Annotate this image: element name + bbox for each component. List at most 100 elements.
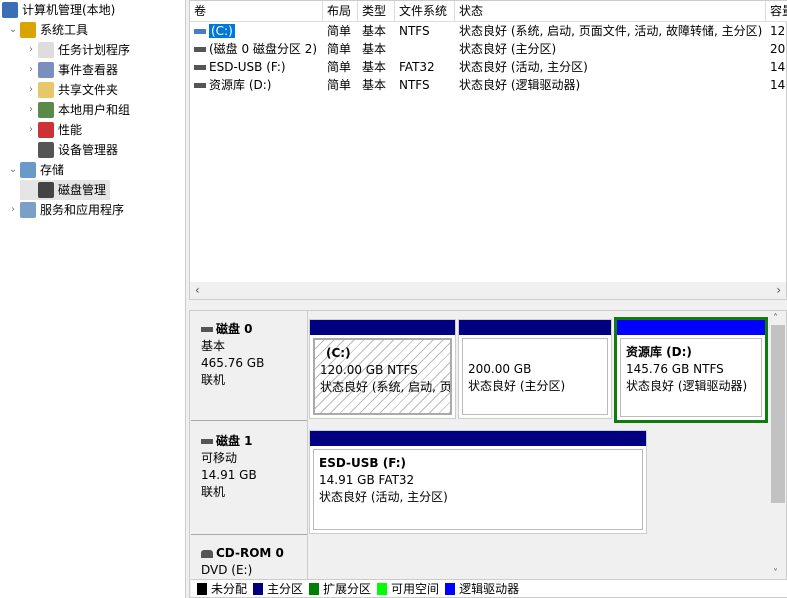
primary-partition-bar	[310, 320, 455, 335]
horizontal-scrollbar[interactable]: ‹ ›	[190, 282, 786, 299]
scrollbar-thumb[interactable]	[771, 325, 785, 503]
disk-0-label[interactable]: 磁盘 0 基本 465.76 GB 联机	[191, 313, 307, 421]
partition-c[interactable]: (C:) 120.00 GB NTFS 状态良好 (系统, 启动, 页面文件, …	[309, 319, 456, 419]
partition-d[interactable]: 资源库 (D:) 145.76 GB NTFS 状态良好 (逻辑驱动器)	[614, 317, 768, 423]
legend-swatch	[377, 582, 388, 595]
disk-size: 14.91 GB	[201, 468, 257, 482]
partition-name: 资源库 (D:)	[626, 345, 692, 359]
shared-folder-icon	[38, 82, 54, 98]
tree-item[interactable]: 设备管理器	[20, 140, 122, 160]
tree-item-label: 性能	[58, 123, 83, 137]
scroll-right-icon[interactable]: ›	[776, 283, 781, 297]
cell-status: 状态良好 (逻辑驱动器)	[459, 78, 581, 92]
cell-cap: 14	[770, 78, 786, 92]
tree-item[interactable]: › 事件查看器	[20, 60, 122, 80]
cell-vol: (磁盘 0 磁盘分区 2)	[190, 40, 323, 58]
scroll-left-icon[interactable]: ‹	[195, 283, 200, 297]
disk-1-label[interactable]: 磁盘 1 可移动 14.91 GB 联机	[191, 425, 307, 535]
disk-name: 磁盘 1	[216, 434, 253, 448]
disk-icon	[201, 439, 213, 444]
cell-vol: 资源库 (D:)	[190, 76, 323, 94]
legend: 未分配 主分区 扩展分区 可用空间 逻辑驱动器	[191, 579, 787, 597]
chevron-right-icon[interactable]: ›	[24, 80, 38, 100]
column-header-filesystem[interactable]: 文件系统	[395, 1, 455, 22]
chevron-right-icon[interactable]: ›	[24, 100, 38, 120]
chevron-down-icon[interactable]: ⌄	[6, 20, 20, 40]
services-icon	[20, 202, 36, 218]
chevron-right-icon[interactable]: ›	[24, 120, 38, 140]
legend-label: 主分区	[267, 582, 304, 596]
legend-item: 未分配	[197, 580, 247, 597]
tree-item[interactable]: › 共享文件夹	[20, 80, 122, 100]
tree-item[interactable]: ⌄ 存储	[2, 160, 68, 180]
tree-item[interactable]: › 性能	[20, 120, 86, 140]
tree-item[interactable]: 磁盘管理	[20, 180, 111, 200]
device-manager-icon	[38, 142, 54, 158]
partition-status: 状态良好 (逻辑驱动器)	[626, 379, 748, 393]
clock-icon	[38, 42, 54, 58]
volume-icon	[194, 65, 206, 70]
legend-swatch	[253, 582, 264, 595]
cell-fs: FAT32	[399, 60, 435, 74]
column-header-type[interactable]: 类型	[358, 1, 395, 22]
legend-item: 可用空间	[377, 580, 439, 597]
volume-icon	[194, 29, 206, 34]
legend-item: 逻辑驱动器	[445, 580, 519, 597]
cell-layout: 简单	[327, 78, 352, 92]
partition-size: 14.91 GB FAT32	[319, 473, 415, 487]
legend-swatch	[309, 582, 320, 595]
disk-management-icon	[38, 182, 54, 198]
legend-item: 扩展分区	[309, 580, 371, 597]
disk-state: 联机	[201, 485, 226, 499]
chevron-right-icon[interactable]: ›	[24, 60, 38, 80]
partition-2[interactable]: 200.00 GB 状态良好 (主分区)	[458, 319, 612, 419]
primary-partition-bar	[459, 320, 611, 335]
tree-item-label: 计算机管理(本地)	[22, 3, 116, 17]
tree-item[interactable]: › 任务计划程序	[20, 40, 134, 60]
volume-name: (C:)	[209, 24, 235, 38]
tree-item-label: 设备管理器	[58, 143, 119, 157]
horizontal-splitter[interactable]	[189, 300, 787, 310]
scroll-down-icon[interactable]: ˅	[773, 568, 778, 579]
column-header-volume[interactable]: 卷	[190, 1, 323, 22]
chevron-right-icon[interactable]: ›	[24, 40, 38, 60]
legend-label: 未分配	[211, 582, 248, 596]
cell-fs: NTFS	[399, 78, 430, 92]
cell-cap: 20	[770, 42, 786, 56]
column-header-status[interactable]: 状态	[455, 1, 766, 22]
cell-vol: ESD-USB (F:)	[190, 58, 323, 76]
disk-kind: 可移动	[201, 451, 238, 465]
tree-item[interactable]: › 服务和应用程序	[2, 200, 128, 220]
legend-label: 扩展分区	[323, 582, 372, 596]
partition-size: 200.00 GB	[468, 362, 532, 376]
legend-item: 主分区	[253, 580, 303, 597]
volume-name: ESD-USB (F:)	[209, 60, 286, 74]
legend-label: 逻辑驱动器	[459, 582, 520, 596]
tree-item[interactable]: ⌄ 系统工具	[2, 20, 92, 40]
partition-size: 120.00 GB NTFS	[320, 363, 418, 377]
legend-swatch	[445, 582, 456, 595]
disk-graph-view: 磁盘 0 基本 465.76 GB 联机 (C:) 120.00 GB NTFS…	[189, 310, 787, 598]
partition-f[interactable]: ESD-USB (F:) 14.91 GB FAT32 状态良好 (活动, 主分…	[309, 430, 647, 534]
chevron-down-icon[interactable]: ⌄	[6, 160, 20, 180]
volume-icon	[194, 83, 206, 88]
computer-icon	[2, 2, 18, 18]
vertical-scrollbar[interactable]: ˄ ˅	[770, 313, 786, 579]
column-header-layout[interactable]: 布局	[323, 1, 358, 22]
tree-item[interactable]: › 本地用户和组	[20, 100, 134, 120]
scroll-up-icon[interactable]: ˄	[773, 313, 778, 324]
cell-fs: NTFS	[399, 24, 430, 38]
cell-status: 状态良好 (活动, 主分区)	[459, 60, 588, 74]
tree-item-label: 事件查看器	[58, 63, 119, 77]
disk-kind: 基本	[201, 339, 226, 353]
disk-kind: DVD (E:)	[201, 563, 253, 577]
cdrom-icon	[201, 549, 213, 558]
tree-item[interactable]: 计算机管理(本地)	[2, 0, 119, 20]
column-header-capacity[interactable]: 容量	[766, 1, 787, 22]
tree-item-label: 共享文件夹	[58, 83, 119, 97]
logical-drive-bar	[617, 320, 765, 335]
chevron-right-icon[interactable]: ›	[6, 200, 20, 220]
cdrom-0-label[interactable]: CD-ROM 0 DVD (E:)	[191, 537, 307, 581]
cell-cap: 12	[770, 24, 786, 38]
storage-icon	[20, 162, 36, 178]
